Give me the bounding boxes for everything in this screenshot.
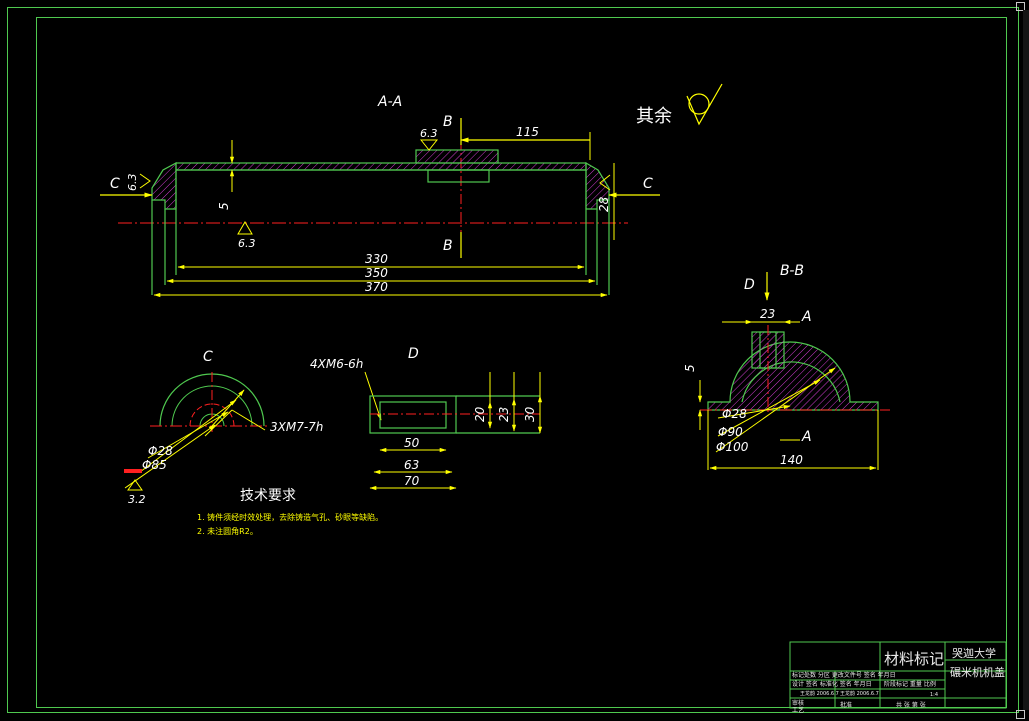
view-d-d70: 70 — [404, 474, 420, 488]
view-d-thread: 4XM6-6h — [310, 357, 363, 371]
view-d-dims — [369, 372, 543, 491]
dim-370: 370 — [365, 280, 388, 294]
view-c-d28: Φ28 — [148, 444, 173, 458]
view-c-d85: Φ85 — [142, 458, 167, 472]
section-bb-d28: Φ28 — [722, 407, 747, 421]
tech-req-item-2: 2. 未注圆角R2。 — [197, 526, 258, 536]
view-d-d30: 30 — [523, 406, 537, 422]
title-block-scale: 1:4 — [930, 692, 938, 698]
view-c-roughness-flag — [124, 469, 142, 473]
section-bb-body — [707, 331, 879, 411]
technical-requirements: 技术要求 1. 铸件须经时效处理，去除铸造气孔、砂眼等缺陷。 2. 未注圆角R2… — [197, 488, 383, 536]
section-aa-view: A-A B B C C 115 330 350 370 5 28 6.3 6.3… — [100, 94, 660, 298]
cut-mark-c-right: C — [643, 176, 653, 192]
view-d-d23: 23 — [497, 407, 511, 422]
view-d-title: D — [408, 346, 419, 362]
cad-window: A-A B B C C 115 330 350 370 5 28 6.3 6.3… — [0, 0, 1029, 721]
section-bb-d5: 5 — [683, 364, 697, 372]
view-c-title: C — [203, 349, 213, 365]
section-bb-title: B-B — [780, 263, 804, 279]
roughness-value-bottom: 6.3 — [238, 237, 256, 250]
dim-5: 5 — [217, 202, 231, 210]
title-block-checker: 王龙韵 2006.6.7 — [840, 690, 879, 697]
title-block-row1: 标记处数 分区 更改文件号 签名 年月日 — [792, 671, 896, 679]
title-block-process: 工艺 — [792, 706, 804, 714]
cut-plane-b — [460, 118, 590, 258]
tech-req-title: 技术要求 — [240, 488, 296, 504]
title-block-part-name: 碾米机机盖 — [950, 665, 1005, 679]
title-block-material: 材料标记 — [884, 650, 944, 668]
title-block-sheets: 共 张 第 张 — [896, 701, 926, 709]
title-block-designer: 王龙韵 2006.6.7 — [800, 690, 839, 697]
section-bb-d90: Φ90 — [718, 425, 743, 439]
cad-drawing-canvas[interactable]: A-A B B C C 115 330 350 370 5 28 6.3 6.3… — [0, 0, 1029, 721]
cut-mark-c-left: C — [110, 176, 120, 192]
view-c-roughness-value: 3.2 — [128, 493, 146, 506]
roughness-value-left: 6.3 — [126, 174, 139, 192]
title-block: 材料标记 哭迦大学 碾米机机盖 标记处数 分区 更改文件号 签名 年月日 设计 … — [789, 641, 1007, 714]
section-bb-d23: 23 — [760, 307, 775, 321]
view-d: D 4XM6-6h 50 63 70 20 23 30 — [310, 346, 543, 491]
view-c: C 3XM7-7h Φ28 Φ85 3.2 — [124, 349, 323, 506]
section-bb-view-label: D — [744, 277, 755, 293]
cut-mark-b-top: B — [443, 114, 453, 130]
general-roughness-label: 其余 — [636, 106, 672, 127]
view-d-d63: 63 — [404, 458, 419, 472]
roughness-symbols-aa — [139, 139, 611, 235]
view-c-thread: 3XM7-7h — [270, 420, 323, 434]
section-aa-title: A-A — [377, 94, 402, 110]
title-block-row2: 设计 签名 标准化 签名 年月日 — [792, 680, 872, 688]
vertical-scrollbar[interactable] — [1023, 10, 1029, 710]
section-bb-d100: Φ100 — [716, 440, 749, 454]
cut-mark-b-bottom: B — [443, 238, 453, 254]
dim-350: 350 — [365, 266, 388, 280]
view-c-leaders — [124, 389, 266, 491]
title-block-stage: 阶段标记 重量 比例 — [884, 680, 936, 688]
view-d-d50: 50 — [404, 436, 420, 450]
section-bb-ref-a-bottom: A — [801, 429, 812, 445]
dim-115: 115 — [516, 125, 539, 139]
tech-req-item-1: 1. 铸件须经时效处理，去除铸造气孔、砂眼等缺陷。 — [197, 512, 383, 522]
dim-28: 28 — [597, 196, 611, 212]
title-block-school: 哭迦大学 — [952, 646, 996, 660]
general-roughness: 其余 — [636, 83, 723, 127]
section-bb-view: B-B D 23 A A 5 Φ28 Φ90 Φ100 140 — [683, 263, 890, 471]
view-d-d20: 20 — [473, 406, 487, 422]
section-bb-d140: 140 — [780, 453, 803, 467]
section-bb-ref-a-top: A — [801, 309, 812, 325]
roughness-value-top: 6.3 — [420, 127, 438, 140]
title-block-approve: 批准 — [840, 701, 852, 709]
roughness-check-icon — [686, 83, 723, 126]
title-block-audit: 审核 — [792, 699, 804, 707]
dim-330: 330 — [365, 252, 388, 266]
